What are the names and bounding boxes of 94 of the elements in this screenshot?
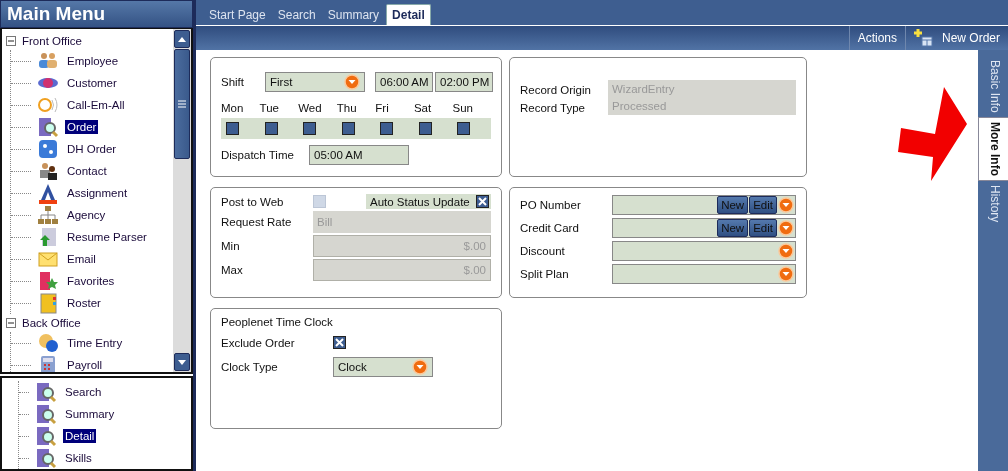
dropdown-button[interactable] bbox=[778, 266, 794, 282]
field-label: Record Origin bbox=[520, 84, 592, 96]
letter-icon bbox=[36, 182, 60, 204]
org-chart-icon bbox=[36, 204, 60, 226]
lookup-field[interactable] bbox=[612, 241, 796, 261]
field-label: Clock Type bbox=[221, 361, 279, 373]
tree-item[interactable]: Call-Em-All bbox=[65, 98, 127, 112]
tree-item[interactable]: Assignment bbox=[65, 186, 130, 200]
clock-type-dropdown[interactable]: Clock bbox=[333, 357, 433, 377]
side-tab[interactable]: History bbox=[978, 180, 1008, 227]
day-label: Thu bbox=[336, 102, 358, 114]
checkbox[interactable] bbox=[476, 195, 489, 208]
field-value: Processed bbox=[612, 100, 668, 112]
time-field[interactable]: 02:00 PM bbox=[435, 72, 493, 92]
dropdown-button[interactable] bbox=[778, 197, 794, 213]
checkbox[interactable] bbox=[418, 122, 432, 135]
side-tab[interactable]: Basic Info bbox=[978, 56, 1008, 117]
tree-item[interactable]: Agency bbox=[65, 208, 108, 222]
day-label: Tue bbox=[259, 102, 280, 114]
dice-icon bbox=[36, 138, 60, 160]
field-label: PO Number bbox=[520, 199, 582, 211]
amount-field: $.00 bbox=[313, 235, 491, 257]
time-field[interactable]: 05:00 AM bbox=[309, 145, 409, 165]
checkbox[interactable] bbox=[303, 122, 317, 135]
side-tab[interactable]: More Info bbox=[978, 116, 1008, 181]
field-label: Request Rate bbox=[221, 216, 293, 228]
field-label: Exclude Order bbox=[221, 336, 296, 349]
amount-field: $.00 bbox=[313, 259, 491, 281]
checkbox[interactable] bbox=[341, 122, 355, 135]
checkbox[interactable] bbox=[380, 122, 394, 135]
field-label: Shift bbox=[221, 76, 245, 88]
sidebar-title: Main Menu bbox=[0, 0, 193, 28]
scrollbar[interactable] bbox=[173, 29, 191, 372]
tree-item[interactable]: Favorites bbox=[65, 274, 117, 288]
tree-item[interactable]: Search bbox=[63, 385, 104, 399]
tree-item[interactable]: Customer bbox=[65, 76, 119, 90]
day-label: Fri bbox=[375, 102, 390, 114]
collapse-icon[interactable] bbox=[6, 36, 16, 46]
tab[interactable]: Detail bbox=[386, 4, 431, 25]
tree-group[interactable]: Back Office bbox=[20, 316, 83, 330]
day-label: Mon bbox=[221, 102, 245, 114]
day-label: Sat bbox=[413, 102, 433, 114]
tab[interactable]: Summary bbox=[322, 5, 385, 25]
checkbox[interactable] bbox=[226, 122, 239, 135]
magnifier-binder-icon bbox=[36, 116, 60, 138]
tab[interactable]: Search bbox=[272, 5, 321, 25]
tree-item[interactable]: Employee bbox=[65, 54, 121, 68]
field-label: Record Type bbox=[520, 102, 586, 114]
tree-item[interactable]: Contact bbox=[65, 164, 109, 178]
actions-button[interactable]: Actions bbox=[848, 26, 905, 50]
field-label: Credit Card bbox=[520, 222, 580, 234]
field-label: Min bbox=[221, 240, 241, 252]
tree-item[interactable]: Payroll bbox=[65, 358, 105, 372]
magnifier-binder-icon bbox=[34, 425, 58, 447]
dropdown-button[interactable] bbox=[344, 74, 360, 90]
tab[interactable]: Start Page bbox=[204, 5, 271, 25]
field-label: Split Plan bbox=[520, 268, 570, 280]
collapse-icon[interactable] bbox=[6, 318, 16, 328]
tree-group[interactable]: Front Office bbox=[20, 34, 84, 48]
shift-dropdown[interactable]: First bbox=[265, 72, 365, 92]
tree-item[interactable]: Resume Parser bbox=[65, 230, 149, 244]
checkbox[interactable] bbox=[457, 122, 471, 135]
dropdown-button[interactable] bbox=[412, 359, 428, 375]
magnifier-binder-icon bbox=[34, 381, 58, 403]
checkbox[interactable] bbox=[264, 122, 278, 135]
section-title: Peoplenet Time Clock bbox=[221, 316, 334, 328]
grip-icon[interactable] bbox=[178, 100, 186, 108]
day-label: Wed bbox=[298, 102, 323, 114]
lookup-field[interactable] bbox=[612, 264, 796, 284]
field-label: Max bbox=[221, 264, 244, 276]
tree-item[interactable]: Time Entry bbox=[65, 336, 125, 350]
magnifier-binder-icon bbox=[34, 403, 58, 425]
plus-table-icon bbox=[914, 29, 934, 47]
tree-item[interactable]: Email bbox=[65, 252, 98, 266]
tree-item[interactable]: Skills bbox=[63, 451, 94, 465]
field-label: Auto Status Update bbox=[370, 195, 470, 208]
dropdown-button[interactable] bbox=[778, 220, 794, 236]
tree-item[interactable]: Detail bbox=[63, 429, 97, 443]
tree-item[interactable]: DH Order bbox=[65, 142, 119, 156]
field-label: Dispatch Time bbox=[221, 149, 295, 161]
day-label: Sun bbox=[452, 102, 474, 114]
tree-item[interactable]: Summary bbox=[63, 407, 117, 421]
rate-field: Bill bbox=[313, 211, 491, 233]
scroll-down-icon[interactable] bbox=[178, 359, 186, 365]
checkbox[interactable] bbox=[333, 336, 346, 349]
magnifier-binder-icon bbox=[34, 447, 58, 469]
field-label: Post to Web bbox=[221, 195, 285, 208]
field-label: Discount bbox=[520, 245, 566, 257]
field-value: WizardEntry bbox=[612, 83, 676, 95]
scroll-up-icon[interactable] bbox=[178, 36, 186, 42]
dropdown-button[interactable] bbox=[778, 243, 794, 259]
time-field[interactable]: 06:00 AM bbox=[375, 72, 433, 92]
tree-item[interactable]: Roster bbox=[65, 296, 103, 310]
tree-item[interactable]: Order bbox=[65, 120, 99, 134]
